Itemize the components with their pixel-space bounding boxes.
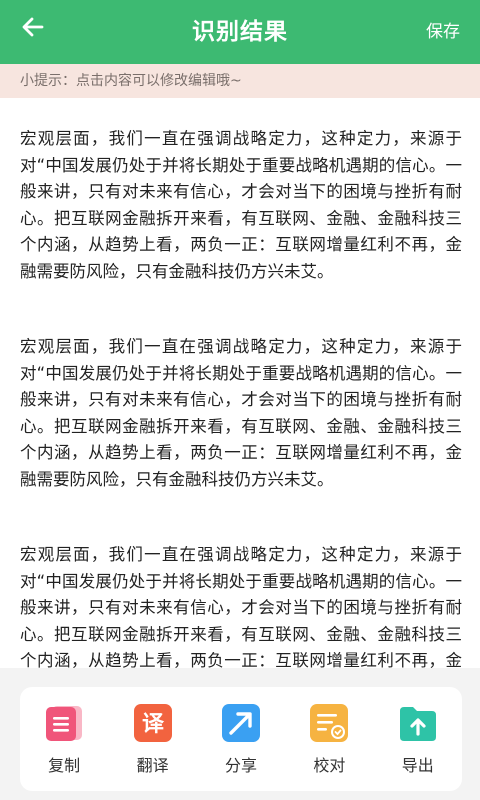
share-button[interactable]: 分享 <box>205 703 277 776</box>
page-title: 识别结果 <box>192 19 288 45</box>
share-label: 分享 <box>224 755 257 775</box>
text-paragraph[interactable]: 宏观层面，我们一直在强调战略定力，这种定力，来源于对“中国发展仍处于并将长期处于… <box>20 126 462 285</box>
app-header: 识别结果 保存 <box>0 0 480 64</box>
recognized-text-area[interactable]: 宏观层面，我们一直在强调战略定力，这种定力，来源于对“中国发展仍处于并将长期处于… <box>20 126 462 668</box>
save-button[interactable]: 保存 <box>426 0 460 64</box>
export-folder-icon <box>398 703 438 743</box>
copy-button[interactable]: 复制 <box>28 703 100 776</box>
copy-label: 复制 <box>48 755 81 775</box>
export-label: 导出 <box>401 755 434 775</box>
translate-label: 翻译 <box>136 755 169 775</box>
bottom-toolbar-area: 复制 译 翻译 分享 校对 导出 <box>0 668 480 800</box>
translate-glyph: 译 <box>142 712 165 737</box>
copy-icon <box>44 703 84 743</box>
proofread-icon <box>309 703 349 743</box>
action-toolbar: 复制 译 翻译 分享 校对 导出 <box>20 687 462 791</box>
share-arrow-icon <box>221 703 261 743</box>
text-paragraph[interactable]: 宏观层面，我们一直在强调战略定力，这种定力，来源于对“中国发展仍处于并将长期处于… <box>20 542 462 668</box>
text-paragraph[interactable]: 宏观层面，我们一直在强调战略定力，这种定力，来源于对“中国发展仍处于并将长期处于… <box>20 334 462 493</box>
translate-button[interactable]: 译 翻译 <box>117 703 189 776</box>
export-button[interactable]: 导出 <box>382 703 454 776</box>
proofread-label: 校对 <box>313 755 346 775</box>
tip-banner: 小提示：点击内容可以修改编辑哦~ <box>0 64 480 98</box>
translate-icon: 译 <box>133 703 173 743</box>
proofread-button[interactable]: 校对 <box>293 703 365 776</box>
